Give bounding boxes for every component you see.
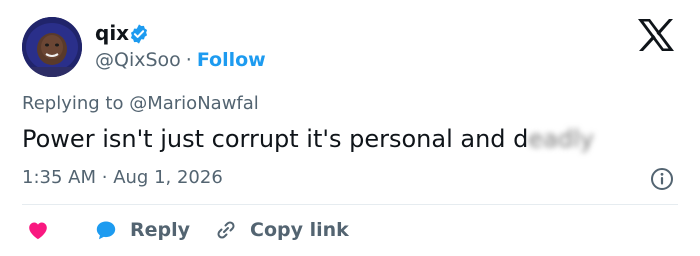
- author-handle[interactable]: @QixSoo: [95, 49, 181, 71]
- copy-link-button[interactable]: Copy link: [214, 212, 349, 248]
- reply-button[interactable]: Reply: [94, 212, 190, 248]
- like-button[interactable]: [26, 212, 50, 248]
- follow-button[interactable]: Follow: [197, 49, 266, 71]
- verified-badge-icon: [130, 24, 148, 44]
- timestamp-separator: ·: [101, 167, 108, 188]
- embedded-post-card: qix @QixSoo · Follow Replying to @MarioNaw…: [0, 0, 700, 256]
- tweet-text-censored: eadly: [528, 125, 594, 153]
- replying-to-line: Replying to @MarioNawfal: [22, 92, 259, 116]
- post-timestamp[interactable]: 1:35 AM · Aug 1, 2026: [22, 166, 223, 190]
- replying-prefix: Replying to: [22, 93, 124, 114]
- author-name[interactable]: qix: [95, 20, 129, 46]
- replying-to-handle[interactable]: @MarioNawfal: [129, 93, 259, 114]
- divider: [22, 204, 678, 205]
- speech-bubble-icon: [96, 221, 116, 240]
- link-icon: [217, 221, 235, 239]
- reply-label: Reply: [130, 219, 191, 241]
- info-icon[interactable]: [650, 167, 674, 191]
- handle-row: @QixSoo · Follow: [95, 48, 266, 72]
- tweet-text-visible: Power isn't just corrupt it's personal a…: [22, 125, 529, 153]
- action-bar: Reply Copy link: [0, 212, 700, 248]
- copy-link-label: Copy link: [250, 219, 349, 241]
- heart-icon: [29, 222, 47, 240]
- tweet-text: Power isn't just corrupt it's personal a…: [22, 122, 594, 156]
- separator-dot: ·: [185, 49, 192, 71]
- post-time: 1:35 AM: [22, 167, 96, 188]
- x-logo-icon[interactable]: [636, 17, 676, 53]
- post-date: Aug 1, 2026: [113, 167, 223, 188]
- avatar[interactable]: [22, 17, 82, 77]
